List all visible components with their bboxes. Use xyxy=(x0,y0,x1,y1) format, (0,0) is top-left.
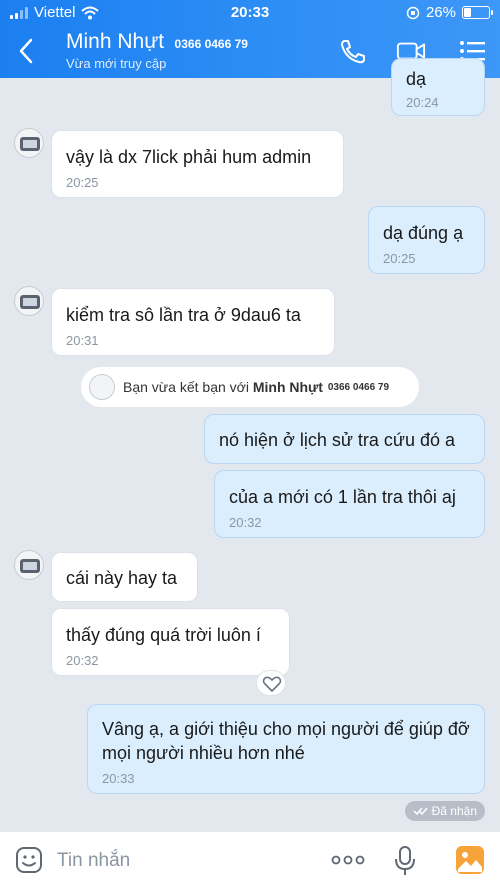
avatar-image-icon xyxy=(20,559,40,573)
message-text: dạ đúng ạ xyxy=(383,223,464,243)
contact-avatar[interactable] xyxy=(14,128,44,158)
message-input[interactable]: Tin nhắn xyxy=(57,850,130,872)
sticker-icon[interactable] xyxy=(15,846,43,874)
message-incoming[interactable]: thấy đúng quá trời luôn í 20:32 xyxy=(51,608,290,676)
battery-level xyxy=(464,8,471,17)
message-outgoing[interactable]: Vâng ạ, a giới thiệu cho mọi người để gi… xyxy=(87,704,485,794)
delivered-label: Đã nhận xyxy=(431,804,477,818)
more-options-icon[interactable] xyxy=(331,854,365,866)
battery-percent: 26% xyxy=(425,4,456,21)
notice-avatar xyxy=(89,374,115,400)
message-text: thấy đúng quá trời luôn í xyxy=(66,625,261,645)
microphone-icon[interactable] xyxy=(394,845,416,877)
message-outgoing[interactable]: của a mới có 1 lần tra thôi aj 20:32 xyxy=(214,470,485,538)
notice-phone: 0366 0466 79 xyxy=(327,381,390,393)
message-time: 20:32 xyxy=(66,653,99,668)
battery-icon xyxy=(462,6,493,19)
contact-phone: 0366 0466 79 xyxy=(174,37,248,51)
message-text: vậy là dx 7lick phải hum admin xyxy=(66,147,312,167)
phone-call-icon[interactable] xyxy=(338,38,368,64)
delivered-badge: Đã nhận xyxy=(404,801,485,821)
message-outgoing[interactable]: nó hiện ở lịch sử tra cứu đó a xyxy=(204,414,485,464)
message-incoming[interactable]: vậy là dx 7lick phải hum admin 20:25 xyxy=(51,130,344,198)
avatar-image-icon xyxy=(20,137,40,151)
message-time: 20:31 xyxy=(66,333,99,348)
contact-avatar[interactable] xyxy=(14,286,44,316)
message-text: Vâng ạ, a giới thiệu cho mọi người để gi… xyxy=(102,719,470,763)
message-time: 20:33 xyxy=(102,771,135,786)
contact-title[interactable]: Minh Nhựt 0366 0466 79 Vừa mới truy cập xyxy=(66,30,248,71)
message-text: dạ xyxy=(406,69,427,89)
message-time: 20:25 xyxy=(383,251,416,266)
message-text: nó hiện ở lịch sử tra cứu đó a xyxy=(219,430,456,450)
message-time: 20:24 xyxy=(406,95,439,110)
heart-icon xyxy=(262,676,282,692)
reaction-button[interactable] xyxy=(256,670,286,696)
message-incoming[interactable]: cái này hay ta xyxy=(51,552,198,602)
contact-name: Minh Nhựt xyxy=(66,30,165,53)
message-outgoing[interactable]: dạ 20:24 xyxy=(391,58,485,116)
message-time: 20:25 xyxy=(66,175,99,190)
friend-added-notice: Bạn vừa kết bạn với Minh Nhựt 0366 0466 … xyxy=(81,367,419,407)
message-outgoing[interactable]: dạ đúng ạ 20:25 xyxy=(368,206,485,274)
contact-avatar[interactable] xyxy=(14,550,44,580)
contact-status: Vừa mới truy cập xyxy=(66,56,167,71)
message-input-bar: Tin nhắn xyxy=(0,831,500,889)
orientation-lock-icon xyxy=(406,6,420,19)
status-bar: Viettel 20:33 26% xyxy=(0,0,500,26)
message-text: của a mới có 1 lần tra thôi aj xyxy=(229,487,456,507)
image-gallery-icon[interactable] xyxy=(455,845,485,875)
message-text: cái này hay ta xyxy=(66,568,178,588)
message-time: 20:32 xyxy=(229,515,262,530)
avatar-image-icon xyxy=(20,295,40,309)
notice-prefix: Bạn vừa kết bạn với xyxy=(123,379,253,395)
notice-name: Minh Nhựt xyxy=(252,379,323,395)
message-text: kiểm tra sô lần tra ở 9dau6 ta xyxy=(66,305,301,325)
double-check-icon xyxy=(413,807,428,816)
back-button[interactable] xyxy=(14,36,38,66)
message-incoming[interactable]: kiểm tra sô lần tra ở 9dau6 ta 20:31 xyxy=(51,288,335,356)
